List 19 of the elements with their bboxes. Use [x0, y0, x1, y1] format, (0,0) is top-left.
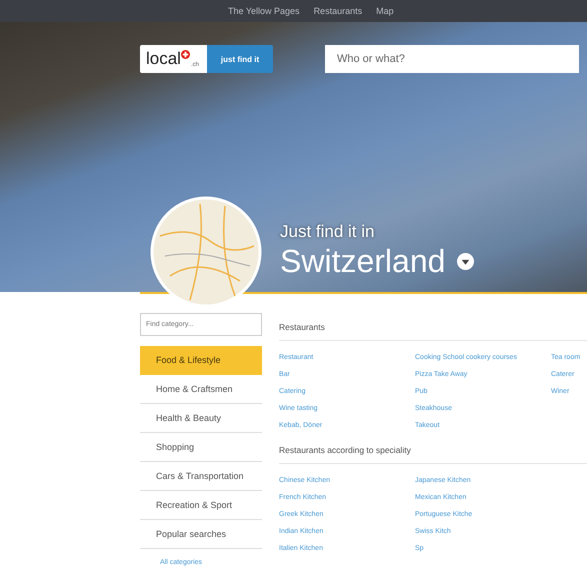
search-field[interactable]: Who or what?: [325, 45, 579, 73]
section-heading: Restaurants according to speciality: [279, 445, 587, 464]
category-item[interactable]: Popular searches: [140, 520, 262, 549]
nav-link[interactable]: Restaurants: [314, 6, 362, 16]
category-item[interactable]: Shopping: [140, 433, 262, 462]
cross-icon: [180, 50, 190, 59]
category-item[interactable]: Food & Lifestyle: [140, 346, 262, 375]
category-item[interactable]: Recreation & Sport: [140, 491, 262, 520]
category-item[interactable]: Home & Craftsmen: [140, 375, 262, 404]
nav-link[interactable]: Map: [376, 6, 394, 16]
dropdown-icon[interactable]: [457, 252, 474, 270]
category-item[interactable]: Cars & Transportation: [140, 462, 262, 491]
logo-text: local: [146, 49, 181, 69]
section-heading: Restaurants: [279, 322, 587, 341]
category-item[interactable]: Health & Beauty: [140, 404, 262, 433]
country-name[interactable]: Switzerland: [280, 242, 446, 280]
slogan-button[interactable]: just find it: [207, 45, 273, 73]
hero-kicker: Just find it in: [280, 222, 376, 242]
nav-link[interactable]: The Yellow Pages: [228, 6, 300, 16]
